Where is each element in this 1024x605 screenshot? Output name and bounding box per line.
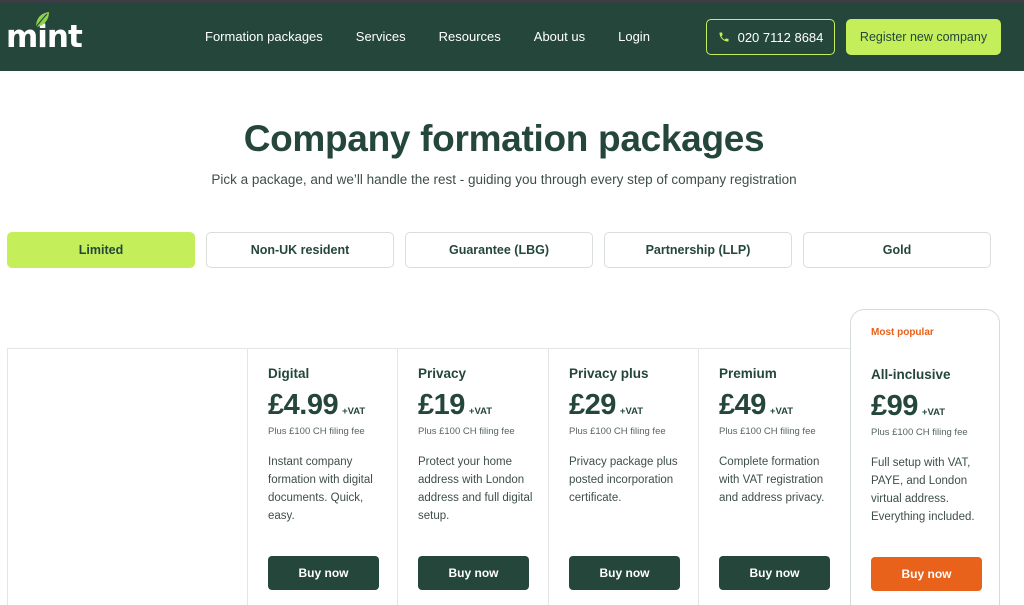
company-type-tabs: Limited Non-UK resident Guarantee (LBG) … — [7, 232, 1002, 268]
nav-services[interactable]: Services — [356, 29, 406, 45]
buy-now-button-privacy-plus[interactable]: Buy now — [569, 556, 680, 590]
package-card-all-inclusive: Most popular All-inclusive £99 +VAT Plus … — [850, 309, 1000, 605]
package-name: Privacy plus — [569, 366, 649, 381]
filing-fee: Plus £100 CH filing fee — [268, 426, 365, 437]
package-price: £19 — [418, 389, 465, 421]
tab-limited[interactable]: Limited — [7, 232, 195, 268]
leaf-icon — [35, 12, 49, 28]
buy-now-button-all-inclusive[interactable]: Buy now — [871, 557, 982, 591]
nav-resources[interactable]: Resources — [439, 29, 501, 45]
nav-about-us[interactable]: About us — [534, 29, 585, 45]
filing-fee: Plus £100 CH filing fee — [719, 426, 816, 437]
package-description: Protect your home address with London ad… — [418, 456, 533, 522]
package-card-digital: Digital £4.99 +VAT Plus £100 CH filing fe… — [248, 348, 398, 605]
nav-formation-packages[interactable]: Formation packages — [205, 29, 323, 45]
package-card-privacy-plus: Privacy plus £29 +VAT Plus £100 CH filing… — [549, 348, 699, 605]
package-name: Privacy — [418, 366, 467, 381]
package-description: Complete formation with VAT registration… — [719, 456, 825, 504]
package-price: £29 — [569, 389, 616, 421]
package-description: Full setup with VAT, PAYE, and London vi… — [871, 457, 975, 523]
package-card-privacy: Privacy £19 +VAT Plus £100 CH filing fee … — [398, 348, 548, 605]
package-price: £99 — [871, 390, 918, 422]
filing-fee: Plus £100 CH filing fee — [871, 427, 968, 438]
vat-label: +VAT — [769, 406, 794, 417]
vat-label: +VAT — [468, 406, 493, 417]
mint-logo[interactable]: mint — [6, 12, 83, 57]
vat-label: +VAT — [342, 406, 366, 417]
phone-number: 020 7112 8684 — [737, 29, 824, 45]
filing-fee: Plus £100 CH filing fee — [569, 426, 666, 437]
tab-guarantee-lbg[interactable]: Guarantee (LBG) — [405, 232, 593, 268]
package-price: £4.99 — [268, 389, 339, 421]
register-company-button[interactable]: Register new company — [846, 19, 1001, 55]
package-name: All-inclusive — [871, 367, 951, 382]
buy-now-button-premium[interactable]: Buy now — [719, 556, 830, 590]
vat-label: +VAT — [619, 406, 644, 417]
buy-now-button-digital[interactable]: Buy now — [268, 556, 379, 590]
tab-non-uk-resident[interactable]: Non-UK resident — [206, 232, 394, 268]
tab-partnership-llp[interactable]: Partnership (LLP) — [604, 232, 792, 268]
package-name: Premium — [719, 366, 777, 381]
phone-button[interactable]: 020 7112 8684 — [706, 19, 835, 55]
phone-icon — [719, 32, 729, 42]
nav-login[interactable]: Login — [618, 29, 650, 45]
main-navigation: Formation packages Services Resources Ab… — [205, 29, 683, 45]
package-card-premium: Premium £49 +VAT Plus £100 CH filing fee … — [699, 348, 849, 605]
package-name: Digital — [268, 366, 310, 381]
buy-now-button-privacy[interactable]: Buy now — [418, 556, 529, 590]
package-description: Instant company formation with digital d… — [268, 456, 373, 522]
site-header: mint Formation packages Services Resourc… — [0, 3, 1024, 71]
page-title: Company formation packages — [243, 118, 765, 159]
package-price: £49 — [719, 389, 766, 421]
vat-label: +VAT — [921, 407, 946, 418]
page-subtitle: Pick a package, and we’ll handle the res… — [211, 172, 797, 187]
most-popular-badge: Most popular — [871, 327, 934, 338]
filing-fee: Plus £100 CH filing fee — [418, 426, 515, 437]
package-description: Privacy package plus posted incorporatio… — [569, 456, 678, 504]
tab-gold[interactable]: Gold — [803, 232, 991, 268]
